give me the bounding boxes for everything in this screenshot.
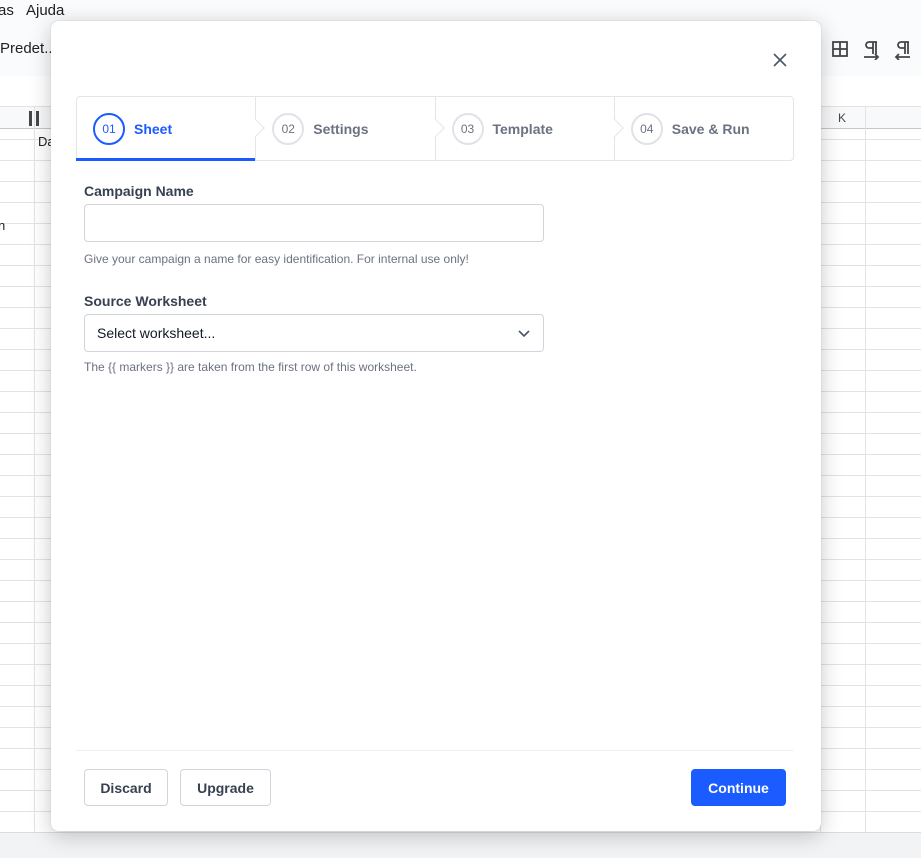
upgrade-button[interactable]: Upgrade <box>180 769 271 806</box>
wizard-stepper: 01 Sheet 02 Settings 03 Template 04 Save… <box>75 96 794 161</box>
source-worksheet-help: The {{ markers }} are taken from the fir… <box>84 360 417 374</box>
step-label: Settings <box>313 120 369 137</box>
step-save-run[interactable]: 04 Save & Run <box>613 97 793 160</box>
cell-text: n <box>0 218 6 233</box>
step-number: 04 <box>630 112 663 145</box>
step-number: 02 <box>272 112 305 145</box>
table-icon[interactable] <box>829 38 851 60</box>
step-settings[interactable]: 02 Settings <box>255 97 445 160</box>
text-direction-rtl-icon[interactable] <box>892 38 914 61</box>
campaign-wizard-dialog: 01 Sheet 02 Settings 03 Template 04 Save… <box>51 21 821 831</box>
step-label: Sheet <box>134 120 173 137</box>
freeze-handle-icon[interactable] <box>29 111 41 126</box>
campaign-name-input[interactable] <box>84 204 544 242</box>
continue-button[interactable]: Continue <box>691 769 786 806</box>
menu-item-tools[interactable]: as <box>0 2 14 19</box>
step-label: Template <box>492 120 553 137</box>
source-worksheet-select[interactable]: Select worksheet... <box>84 314 544 352</box>
footer-divider <box>76 750 794 751</box>
source-worksheet-label: Source Worksheet <box>84 293 207 309</box>
step-label: Save & Run <box>671 120 750 137</box>
discard-button[interactable]: Discard <box>84 769 168 806</box>
campaign-name-help: Give your campaign a name for easy ident… <box>84 252 469 266</box>
step-number: 03 <box>451 112 484 145</box>
step-sheet[interactable]: 01 Sheet <box>75 97 266 161</box>
chevron-down-icon <box>518 330 530 338</box>
text-direction-ltr-icon[interactable] <box>860 38 882 61</box>
step-number: 01 <box>93 112 125 145</box>
campaign-name-label: Campaign Name <box>84 183 194 199</box>
step-template[interactable]: 03 Template <box>434 97 624 160</box>
close-button[interactable] <box>769 49 791 71</box>
column-header-k[interactable]: K <box>838 111 846 125</box>
select-value: Select worksheet... <box>97 325 216 341</box>
menu-item-help[interactable]: Ajuda <box>26 2 64 19</box>
sheet-tabs-bar <box>0 832 921 858</box>
font-select[interactable]: Predet... <box>0 40 57 57</box>
column-divider <box>34 107 35 832</box>
column-divider <box>865 107 866 832</box>
close-icon <box>773 53 787 67</box>
